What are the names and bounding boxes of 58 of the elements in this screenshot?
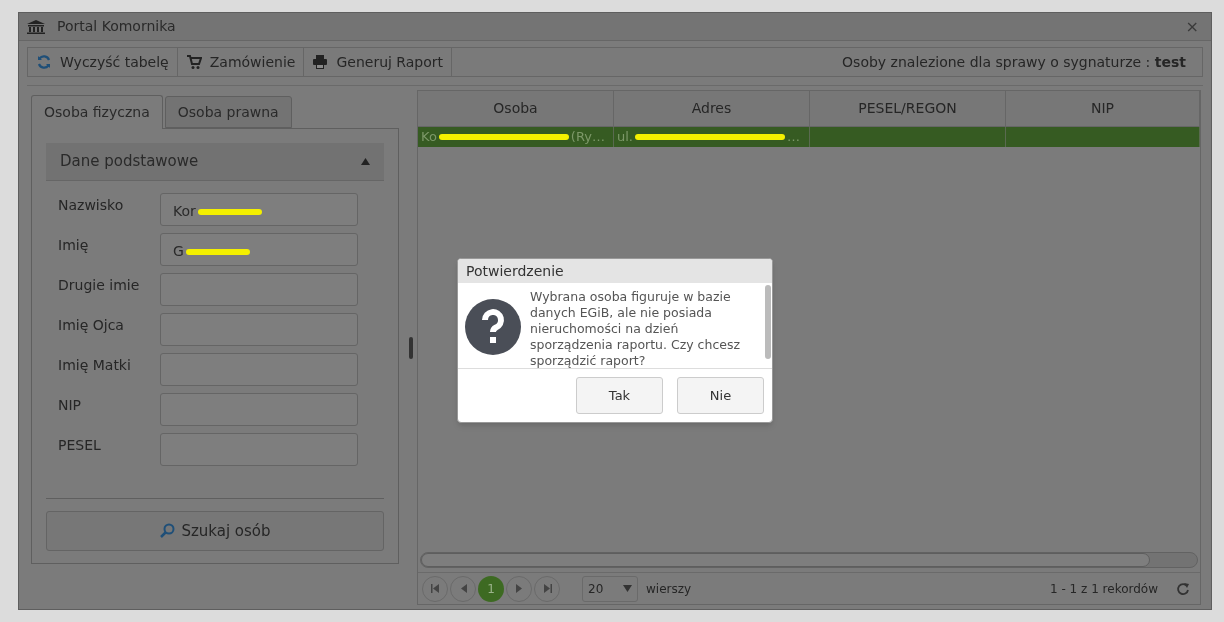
- page-button[interactable]: 1: [478, 575, 504, 602]
- vertical-scrollbar[interactable]: [765, 285, 771, 359]
- printer-icon: [312, 54, 329, 70]
- horizontal-scrollbar[interactable]: [420, 552, 1198, 568]
- field-label: Imię Ojca: [57, 316, 125, 335]
- toolbar-button[interactable]: Wyczyść tabelę: [28, 48, 178, 76]
- triangle-left-icon: [458, 584, 468, 593]
- input-field[interactable]: [160, 273, 358, 306]
- refresh-icon: [36, 54, 52, 70]
- input-field[interactable]: [160, 393, 358, 426]
- section-header[interactable]: Dane podstawowe: [46, 143, 384, 181]
- toolbar-button[interactable]: Generuj Raport: [304, 48, 453, 76]
- dialog-button[interactable]: Nie: [677, 377, 764, 414]
- table-row[interactable]: Ko (Ry… ul. …: [418, 127, 1200, 147]
- question-icon: [465, 299, 521, 355]
- input-field[interactable]: [160, 353, 358, 386]
- record-summary: 1 - 1 z 1 rekordów: [1049, 580, 1158, 598]
- input-field[interactable]: [160, 433, 358, 466]
- skip-forward-icon: [542, 584, 552, 593]
- field-label: PESEL: [57, 436, 102, 455]
- tab[interactable]: Osoba prawna: [164, 96, 292, 128]
- field-label: Drugie imie: [57, 276, 141, 295]
- redaction-mark: [197, 208, 262, 215]
- table-cell-text: (Ry…: [570, 128, 605, 147]
- dialog-message: Wybrana osoba figuruje w bazie danych EGiB, ale nie posiada nieruchomości na dzień sporządzenia raportu. Czy chcesz sporządzić raport?: [529, 288, 742, 368]
- redaction-mark: [185, 248, 250, 255]
- case-info: Osoby znalezione dla sprawy o sygnaturze : test: [842, 52, 1187, 72]
- dropdown-icon: [623, 585, 632, 592]
- column-header[interactable]: Adres: [614, 91, 810, 126]
- page-size-select[interactable]: 20: [582, 575, 638, 602]
- column-header[interactable]: Osoba: [418, 91, 614, 126]
- field-label: NIP: [57, 396, 83, 415]
- field-label: Nazwisko: [57, 196, 125, 215]
- dialog-title: Potwierdzenie: [466, 261, 564, 281]
- table-cell-text: …: [787, 128, 800, 147]
- window-title: Portal Komornika: [57, 17, 177, 36]
- skip-back-icon: [430, 584, 440, 593]
- tab[interactable]: Osoba fizyczna: [31, 95, 163, 129]
- triangle-right-icon: [514, 584, 524, 593]
- field-label: Imię: [57, 236, 90, 255]
- close-button[interactable]: ×: [1181, 18, 1203, 35]
- toolbar-button[interactable]: Zamówienie: [177, 48, 305, 76]
- page-size-label: wierszy: [646, 580, 692, 598]
- table-cell-text: ul.: [617, 128, 633, 147]
- field-label: Imię Matki: [57, 356, 132, 375]
- column-header[interactable]: NIP: [1006, 91, 1200, 126]
- input-field[interactable]: [160, 313, 358, 346]
- table-cell-text: Ko: [421, 128, 437, 147]
- search-button[interactable]: Szukaj osób: [46, 511, 384, 551]
- search-icon: [159, 523, 176, 539]
- refresh-icon[interactable]: [1176, 581, 1190, 596]
- column-header[interactable]: PESEL/REGON: [810, 91, 1006, 126]
- bank-icon: [27, 19, 45, 34]
- input-field[interactable]: G: [160, 233, 358, 266]
- splitter-handle[interactable]: [409, 336, 413, 359]
- cart-icon: [185, 54, 202, 70]
- input-field[interactable]: Kor: [160, 193, 358, 226]
- dialog-button[interactable]: Tak: [576, 377, 663, 414]
